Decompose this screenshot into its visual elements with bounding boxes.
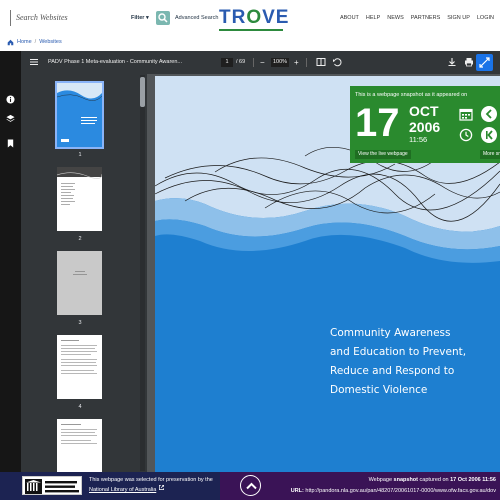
snapshot-panel: This is a webpage snapshot as it appeare… — [350, 86, 500, 163]
thumbnail-number: 2 — [78, 236, 82, 242]
capture-url[interactable]: http://pandora.nla.gov.au/pan/48207/2006… — [305, 488, 496, 494]
snapshot-intro: This is a webpage snapshot as it appeare… — [355, 92, 468, 98]
preservation-text: This webpage was selected for preservati… — [89, 477, 213, 483]
page-number-input[interactable]: 1 — [221, 58, 233, 67]
info-icon[interactable] — [6, 95, 15, 104]
cover-title-line: Community Awareness — [330, 327, 451, 339]
filter-dropdown[interactable]: Filter ▾ — [131, 10, 149, 26]
filter-label: Filter — [131, 15, 145, 21]
toolbar-divider — [306, 58, 307, 67]
external-link-icon — [158, 485, 164, 490]
chevron-up-icon — [246, 482, 257, 490]
download-icon[interactable] — [447, 57, 457, 67]
fullscreen-button[interactable] — [476, 54, 493, 71]
thumbnail-page-4[interactable] — [57, 335, 102, 399]
layers-icon[interactable] — [6, 114, 15, 123]
print-icon[interactable] — [464, 57, 474, 67]
rotate-icon[interactable] — [332, 57, 342, 67]
cover-title-line: Reduce and Respond to — [330, 365, 455, 377]
search-button[interactable] — [156, 11, 170, 25]
fit-page-icon[interactable] — [316, 57, 326, 67]
home-icon — [7, 39, 14, 45]
zoom-out-button[interactable]: − — [260, 51, 265, 74]
page-root: Search Websites Filter ▾ Advanced Search… — [0, 0, 500, 500]
collapse-banner-button[interactable] — [240, 475, 261, 496]
capture-url-line: URL: http://pandora.nla.gov.au/pan/48207… — [286, 488, 496, 494]
breadcrumb-home[interactable]: Home — [17, 38, 32, 46]
thumbnail-text-art — [61, 340, 97, 374]
chevron-left-icon — [485, 109, 492, 119]
snapshot-month: OCT — [409, 103, 439, 119]
thumbnail-cover-art — [56, 83, 103, 147]
logo-text-start: TR — [219, 7, 247, 28]
cover-title: Community Awareness and Education to Pre… — [330, 324, 495, 400]
nav-help[interactable]: HELP — [366, 10, 380, 26]
search-icon — [158, 13, 168, 23]
preservation-note: This webpage was selected for preservati… — [89, 476, 217, 494]
thumbnail-text-art — [61, 424, 97, 444]
snapshot-time: 11:56 — [409, 135, 428, 144]
nav-login[interactable]: LOGIN — [477, 10, 494, 26]
thumbnail-scroll-thumb[interactable] — [140, 77, 145, 107]
cover-title-line: Domestic Violence — [330, 384, 428, 396]
breadcrumb-websites[interactable]: Websites — [39, 38, 62, 46]
breadcrumb-separator: / — [34, 39, 37, 45]
logo-underline — [219, 29, 283, 31]
capture-mid: captured on — [419, 477, 449, 483]
caret-down-icon: ▾ — [145, 15, 149, 21]
thumbnail-page-1[interactable] — [55, 81, 104, 149]
thumbnail-panel: 1 2 3 4 — [21, 74, 147, 472]
zoom-level-input[interactable]: 100% — [271, 58, 289, 67]
capture-prefix: Webpage — [368, 477, 393, 483]
thumbnail-page-3[interactable] — [57, 251, 102, 315]
capture-date: 17 Oct 2006 11:56 — [450, 477, 496, 483]
site-header: Search Websites Filter ▾ Advanced Search… — [0, 0, 500, 36]
thumbnail-number: 3 — [78, 320, 82, 326]
nav-sign-up[interactable]: SIGN UP — [447, 10, 470, 26]
document-title: PADV Phase 1 Meta-evaluation - Community… — [48, 59, 182, 65]
view-live-webpage-link[interactable]: View the live webpage — [355, 150, 411, 159]
nla-logo-art — [25, 479, 79, 494]
expand-icon — [479, 57, 490, 68]
more-snapshots-link[interactable]: More snapshots — [480, 150, 500, 159]
snapshot-day: 17 — [355, 101, 400, 145]
capture-snapshot-word: snapshot — [393, 477, 418, 483]
nav-news[interactable]: NEWS — [387, 10, 404, 26]
url-label: URL: — [290, 488, 304, 494]
thumbnail-page-5[interactable] — [57, 419, 102, 472]
thumbnail-number: 1 — [78, 152, 82, 158]
thumbnail-page-2[interactable] — [56, 167, 103, 231]
nla-link[interactable]: National Library of Australia — [89, 487, 156, 493]
zoom-in-button[interactable]: + — [294, 51, 299, 74]
breadcrumb: Home / Websites — [7, 38, 62, 46]
trove-logo[interactable]: TROVE — [219, 7, 289, 29]
clock-icon[interactable] — [459, 128, 473, 142]
advanced-search-link[interactable]: Advanced Search — [175, 10, 218, 26]
menu-icon[interactable] — [29, 57, 39, 67]
nav-about[interactable]: ABOUT — [340, 10, 359, 26]
previous-snapshot-button[interactable] — [481, 106, 497, 122]
toolbar-divider — [253, 58, 254, 67]
logo-text-end: VE — [262, 7, 290, 28]
thumbnail-text-art — [73, 271, 87, 275]
thumbnail-number: 4 — [78, 404, 82, 410]
calendar-icon[interactable] — [459, 107, 473, 121]
capture-date-line: Webpage snapshot captured on 17 Oct 2006… — [369, 477, 496, 483]
first-snapshot-button[interactable] — [481, 127, 497, 143]
skip-back-icon — [486, 130, 493, 140]
page-total: / 69 — [236, 59, 246, 65]
top-nav: ABOUT HELP NEWS PARTNERS SIGN UP LOGIN — [340, 10, 494, 26]
logo-text-o: O — [246, 7, 263, 28]
nla-logo[interactable] — [22, 476, 82, 495]
thumbnail-scrollbar[interactable] — [140, 75, 145, 471]
pdf-toolbar: PADV Phase 1 Meta-evaluation - Community… — [21, 51, 500, 74]
cover-title-line: and Education to Prevent, — [330, 346, 467, 358]
left-rail — [0, 51, 21, 472]
bookmark-icon[interactable] — [6, 139, 15, 148]
thumbnail-text-art — [56, 167, 103, 205]
nav-partners[interactable]: PARTNERS — [411, 10, 440, 26]
snapshot-year: 2006 — [409, 119, 441, 135]
